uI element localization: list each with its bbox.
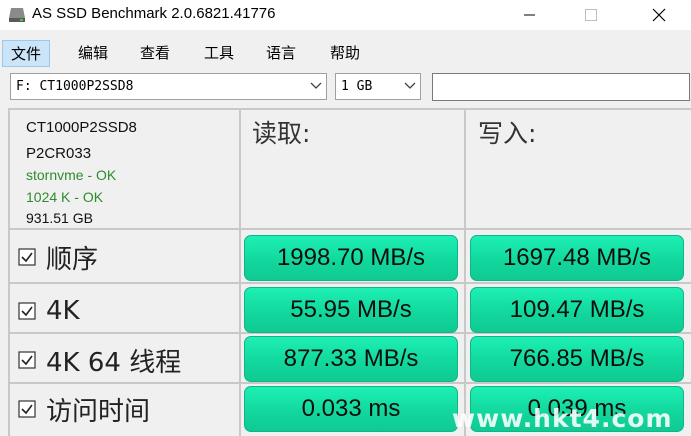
row-4k: 4K (18, 291, 80, 331)
menu-file[interactable]: 文件 (2, 40, 51, 67)
write-result-sequential: 1697.48 MB/s (470, 235, 684, 281)
driver-status: stornvme - OK (26, 167, 117, 183)
size-select-value: 1 GB (341, 79, 373, 94)
row-access-time: 访问时间 (18, 389, 150, 429)
checkbox-checked-icon[interactable] (18, 351, 36, 369)
maximize-icon (585, 9, 597, 21)
menu-language[interactable]: 语言 (258, 40, 304, 67)
drive-firmware: P2CR033 (26, 145, 92, 162)
window-title: AS SSD Benchmark 2.0.6821.41776 (32, 5, 276, 22)
checkbox-checked-icon[interactable] (18, 248, 36, 266)
read-result-sequential: 1998.70 MB/s (244, 235, 458, 281)
watermark-text: www.hkt4.com (452, 404, 673, 433)
drive-capacity: 931.51 GB (26, 210, 93, 226)
size-select[interactable]: 1 GB (335, 73, 421, 100)
drive-model: CT1000P2SSD8 (26, 119, 137, 136)
menu-help[interactable]: 帮助 (322, 40, 368, 67)
title-bar: AS SSD Benchmark 2.0.6821.41776 (0, 0, 691, 30)
write-result-4k-64: 766.85 MB/s (470, 336, 684, 382)
chevron-down-icon (310, 82, 322, 89)
write-column-header: 写入: (478, 119, 537, 148)
read-result-4k: 55.95 MB/s (244, 287, 458, 333)
row-sequential: 顺序 (18, 237, 98, 277)
drive-select-value: F: CT1000P2SSD8 (16, 79, 134, 94)
menu-edit[interactable]: 编辑 (70, 40, 116, 67)
extra-input[interactable] (432, 73, 690, 101)
menu-bar: 文件 编辑 查看 工具 语言 帮助 (0, 38, 691, 70)
drive-select[interactable]: F: CT1000P2SSD8 (10, 73, 327, 100)
write-result-4k: 109.47 MB/s (470, 287, 684, 333)
read-result-access-time: 0.033 ms (244, 386, 458, 432)
maximize-button[interactable] (568, 0, 614, 30)
row-label-text: 4K (46, 296, 80, 326)
menu-tools[interactable]: 工具 (196, 40, 242, 67)
read-column-header: 读取: (252, 119, 311, 148)
close-icon (652, 8, 666, 22)
row-label-text: 4K 64 线程 (46, 347, 182, 378)
minimize-button[interactable] (507, 0, 553, 30)
close-button[interactable] (636, 0, 682, 30)
row-label-text: 访问时间 (46, 396, 151, 427)
checkbox-checked-icon[interactable] (18, 400, 36, 418)
read-result-4k-64: 877.33 MB/s (244, 336, 458, 382)
menu-view[interactable]: 查看 (132, 40, 178, 67)
chevron-down-icon (404, 82, 416, 89)
row-label-text: 顺序 (46, 244, 99, 275)
row-4k-64-threads: 4K 64 线程 (18, 340, 181, 380)
minimize-icon (524, 14, 535, 16)
alignment-status: 1024 K - OK (26, 189, 104, 205)
checkbox-checked-icon[interactable] (18, 302, 36, 320)
app-drive-icon (9, 8, 25, 22)
